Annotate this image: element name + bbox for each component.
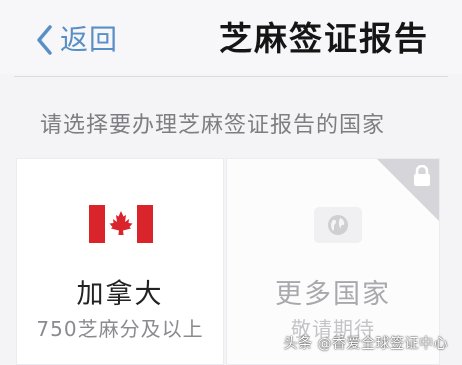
globe-icon	[328, 215, 348, 235]
page-title: 芝麻签证报告	[219, 19, 429, 58]
select-country-prompt: 请选择要办理芝麻签证报告的国家	[40, 113, 386, 138]
country-card-more: 更多国家 敬请期待	[226, 158, 440, 365]
back-label: 返回	[60, 23, 119, 56]
canada-flag-icon	[89, 205, 153, 243]
more-countries-label: 更多国家	[275, 279, 391, 310]
back-button[interactable]: 返回	[36, 20, 118, 60]
globe-icon-box	[314, 207, 362, 243]
lock-icon	[414, 165, 430, 186]
country-card-canada[interactable]: 加拿大 750芝麻分及以上	[16, 158, 224, 365]
country-name: 加拿大	[76, 279, 164, 310]
country-requirement: 750芝麻分及以上	[36, 317, 204, 341]
watermark: 头条 @香爱全球签证中心	[283, 336, 448, 353]
country-cards: 加拿大 750芝麻分及以上 更多国家 敬请期待	[16, 158, 440, 365]
chevron-left-icon	[37, 25, 52, 55]
visa-report-page: 返回 芝麻签证报告 请选择要办理芝麻签证报告的国家 加拿大 750芝麻分及以上	[0, 0, 462, 365]
navigation-bar: 返回 芝麻签证报告	[0, 0, 462, 74]
nav-divider	[14, 76, 448, 77]
